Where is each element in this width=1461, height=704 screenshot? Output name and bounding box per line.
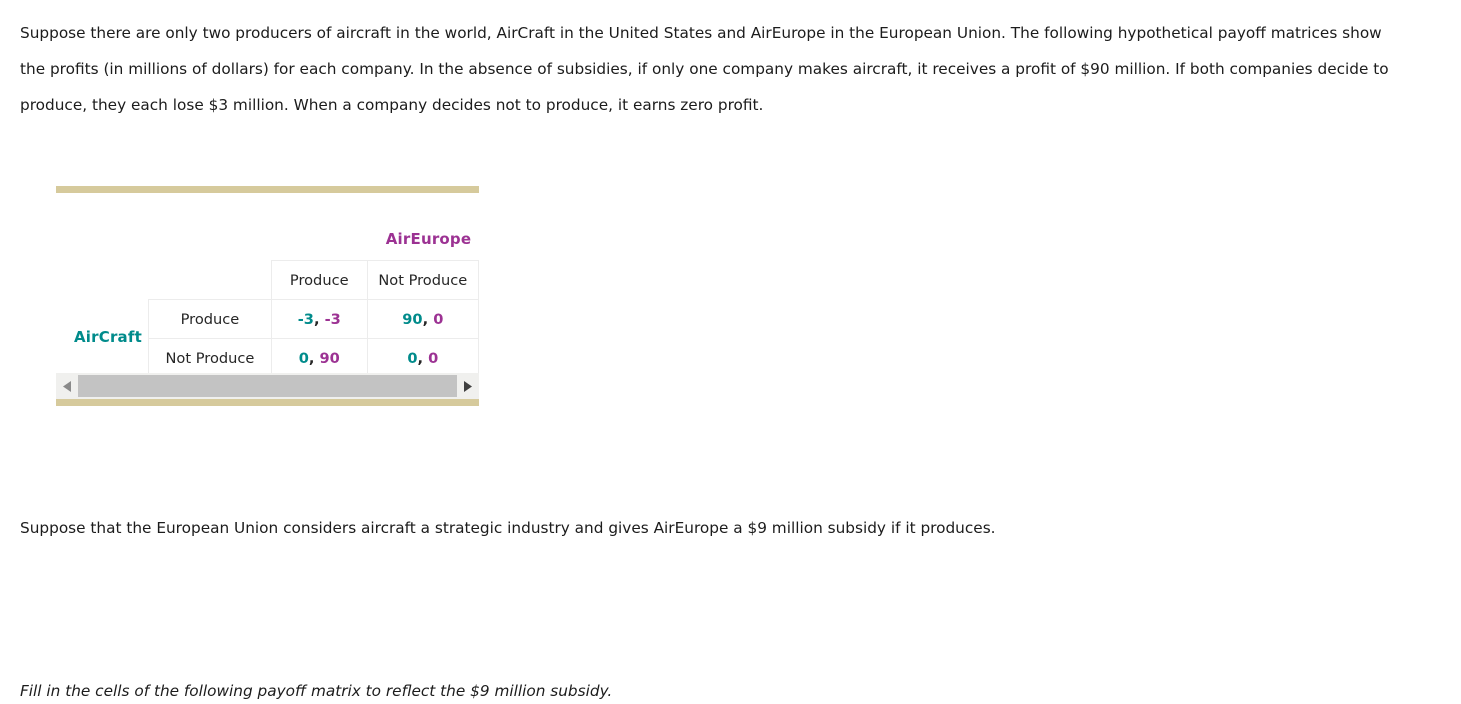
- payoff-matrix-viewport: AirEurope AirCraft Produce Not Produce P…: [56, 193, 479, 380]
- triangle-right-icon[interactable]: [457, 373, 479, 399]
- scrollbar-track[interactable]: [78, 375, 457, 397]
- column-header-not-produce: Not Produce: [366, 260, 479, 300]
- cell-produce-notproduce: 90, 0: [366, 299, 479, 339]
- cell-value-aireurope: 0: [433, 310, 444, 328]
- cell-value-aircraft: 0: [298, 349, 309, 367]
- panel-top-rule: [56, 186, 479, 193]
- panel-bottom-rule: [56, 399, 479, 406]
- payoff-matrix-table: Produce Not Produce Produce -3, -3 90, 0…: [148, 260, 479, 378]
- cell-separator: ,: [417, 349, 429, 367]
- cell-produce-produce: -3, -3: [270, 299, 368, 339]
- cell-value-aireurope: 0: [428, 349, 439, 367]
- cell-separator: ,: [313, 310, 325, 328]
- table-header-row: Produce Not Produce: [149, 260, 479, 300]
- cell-value-aireurope: -3: [324, 310, 341, 328]
- table-corner-cell: [149, 261, 272, 300]
- horizontal-scrollbar[interactable]: [56, 373, 479, 399]
- triangle-left-icon[interactable]: [56, 373, 78, 399]
- column-player-label: AirEurope: [385, 230, 472, 248]
- cell-separator: ,: [308, 349, 320, 367]
- cell-value-aircraft: -3: [297, 310, 314, 328]
- cell-notproduce-notproduce: 0, 0: [366, 338, 479, 378]
- column-header-produce: Produce: [270, 260, 368, 300]
- cell-notproduce-produce: 0, 90: [270, 338, 368, 378]
- scrollbar-thumb[interactable]: [78, 375, 457, 397]
- cell-value-aircraft: 0: [407, 349, 418, 367]
- table-row: Not Produce 0, 90 0, 0: [148, 338, 479, 378]
- row-header-not-produce: Not Produce: [148, 338, 272, 378]
- cell-value-aircraft: 90: [402, 310, 423, 328]
- instruction-paragraph: Fill in the cells of the following payof…: [20, 682, 613, 701]
- cell-value-aireurope: 90: [319, 349, 340, 367]
- table-row: Produce -3, -3 90, 0: [148, 299, 479, 339]
- cell-separator: ,: [422, 310, 434, 328]
- intro-paragraph: Suppose there are only two producers of …: [20, 24, 1389, 115]
- subsidy-paragraph: Suppose that the European Union consider…: [20, 519, 996, 538]
- row-header-produce: Produce: [148, 299, 272, 339]
- row-player-label: AirCraft: [74, 328, 142, 346]
- payoff-matrix-panel: AirEurope AirCraft Produce Not Produce P…: [56, 186, 479, 406]
